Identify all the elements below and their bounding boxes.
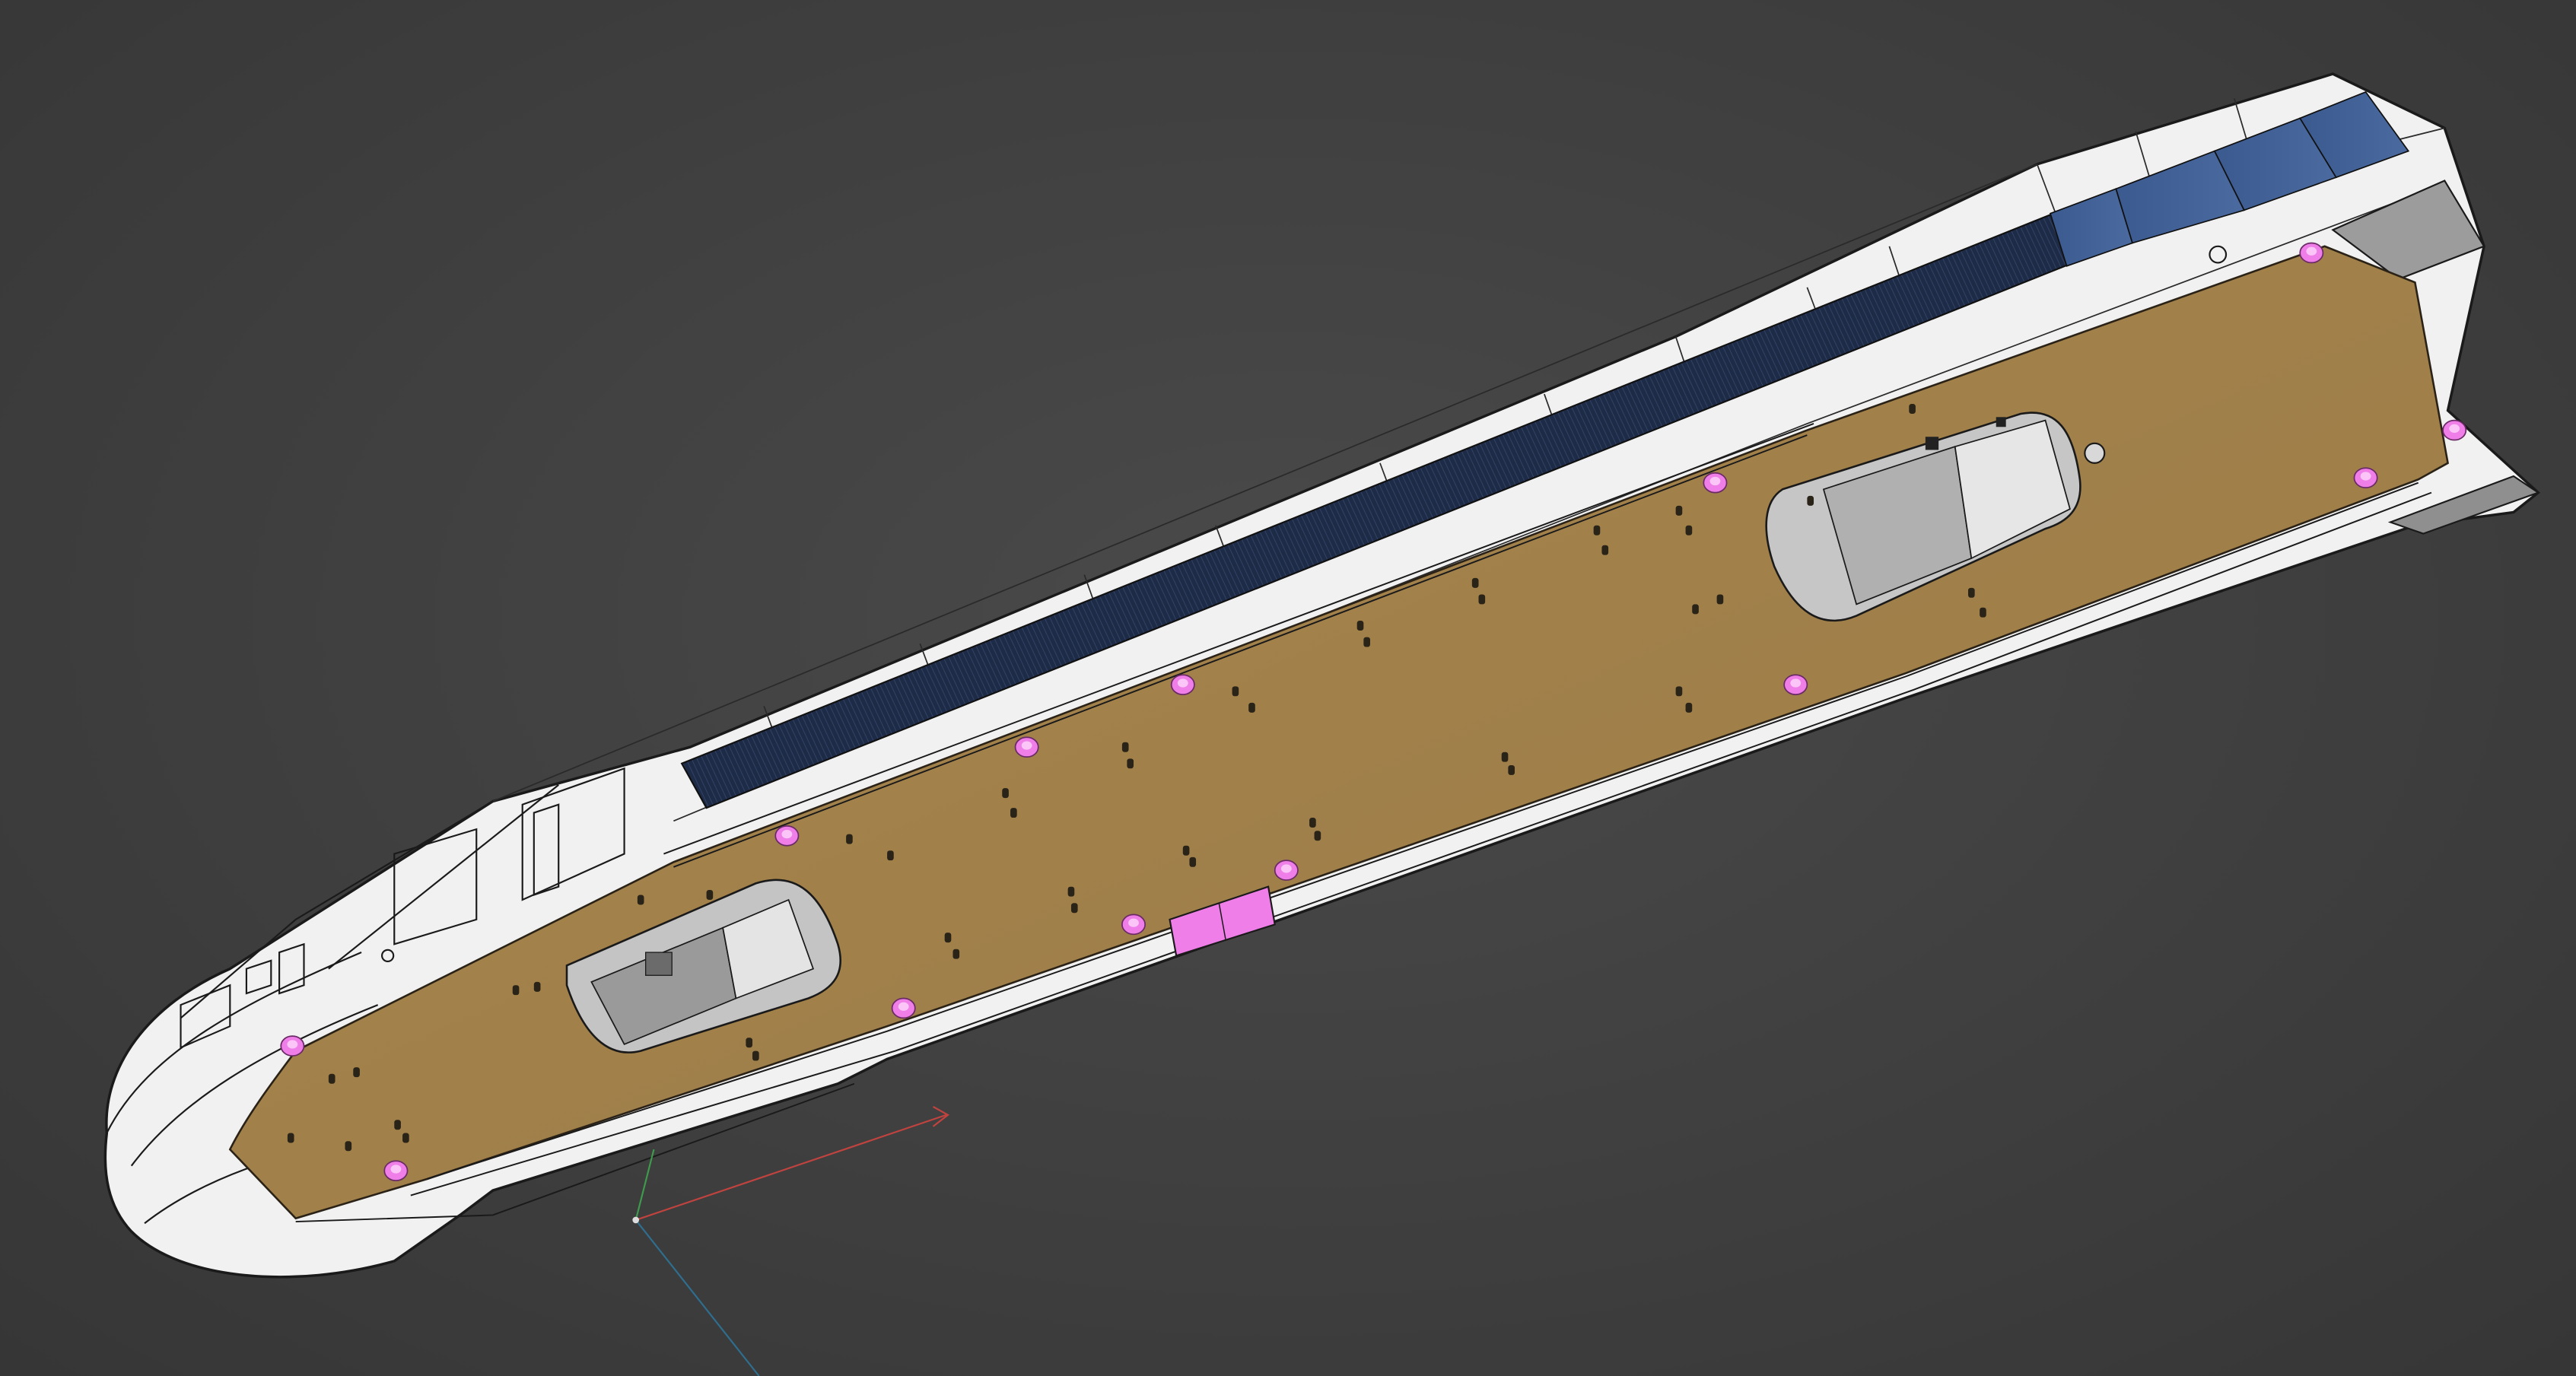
- floor-hole: [1067, 886, 1075, 897]
- fastener-highlight[interactable]: [383, 1160, 409, 1181]
- floor-hole: [1716, 594, 1724, 605]
- floor-hole: [512, 985, 520, 996]
- floor-hole: [637, 895, 644, 905]
- floor-hole: [752, 1050, 759, 1061]
- floor-hole: [1685, 702, 1693, 713]
- floor-hole: [746, 1038, 753, 1048]
- floor-hole: [1601, 545, 1609, 555]
- floor-hole: [394, 1120, 401, 1130]
- floor-hole: [1182, 845, 1190, 856]
- axis-z-line: [634, 1219, 760, 1376]
- fastener-highlight[interactable]: [1783, 674, 1808, 695]
- floor-hole: [1508, 764, 1515, 775]
- floor-hole: [1501, 752, 1509, 762]
- fastener-highlight[interactable]: [2353, 467, 2378, 489]
- fastener-highlight[interactable]: [1170, 674, 1195, 695]
- floor-hole: [1478, 594, 1486, 605]
- floor-hole: [706, 890, 714, 900]
- fastener-highlight[interactable]: [2442, 419, 2467, 441]
- floor-hole: [1127, 758, 1134, 769]
- floor-hole: [1363, 637, 1370, 647]
- floor-hole: [1471, 577, 1479, 588]
- fastener-highlight[interactable]: [2299, 242, 2324, 264]
- floor-hole: [1248, 702, 1255, 713]
- floor-hole: [1675, 505, 1683, 516]
- floor-hole: [287, 1133, 294, 1143]
- floor-hole: [1356, 620, 1364, 631]
- floor-hole: [1685, 525, 1693, 535]
- fastener-highlight[interactable]: [1121, 914, 1146, 936]
- fastener-highlight[interactable]: [891, 997, 916, 1019]
- floor-hole: [1675, 686, 1683, 697]
- model-scene[interactable]: [0, 0, 2576, 1376]
- floor-hole: [1909, 404, 1916, 414]
- floor-hole: [353, 1067, 360, 1078]
- floor-hole: [345, 1141, 352, 1152]
- fastener-highlight[interactable]: [1703, 472, 1728, 494]
- floor-hole: [1232, 686, 1239, 697]
- floor-hole: [402, 1133, 409, 1143]
- 3d-viewport[interactable]: [0, 0, 2576, 1376]
- floor-hole: [1002, 788, 1009, 799]
- fastener-highlight[interactable]: [1274, 860, 1299, 881]
- fastener-highlight[interactable]: [774, 825, 800, 847]
- floor-hole: [533, 981, 541, 992]
- floor-plate[interactable]: [228, 245, 2450, 1220]
- floor-hole: [1593, 525, 1601, 535]
- floor-hole: [1692, 604, 1699, 615]
- floor-hole: [846, 834, 853, 844]
- floor-hole: [1807, 495, 1814, 506]
- floor-hole: [1980, 607, 1986, 618]
- floor-hole: [952, 949, 960, 959]
- floor-hole: [1070, 903, 1078, 914]
- floor-hole: [328, 1073, 336, 1084]
- floor-hole: [1314, 831, 1321, 841]
- fastener-highlight[interactable]: [1014, 736, 1039, 758]
- floor-hole: [1121, 742, 1129, 752]
- floor-hole: [944, 933, 952, 943]
- floor-hole: [1010, 808, 1017, 818]
- floor-hole: [1968, 587, 1975, 598]
- fastener-highlight[interactable]: [280, 1035, 305, 1057]
- floor-hole: [1189, 856, 1197, 867]
- axis-origin: [632, 1216, 640, 1224]
- floor-hole: [1309, 818, 1316, 828]
- floor-hole: [887, 850, 894, 861]
